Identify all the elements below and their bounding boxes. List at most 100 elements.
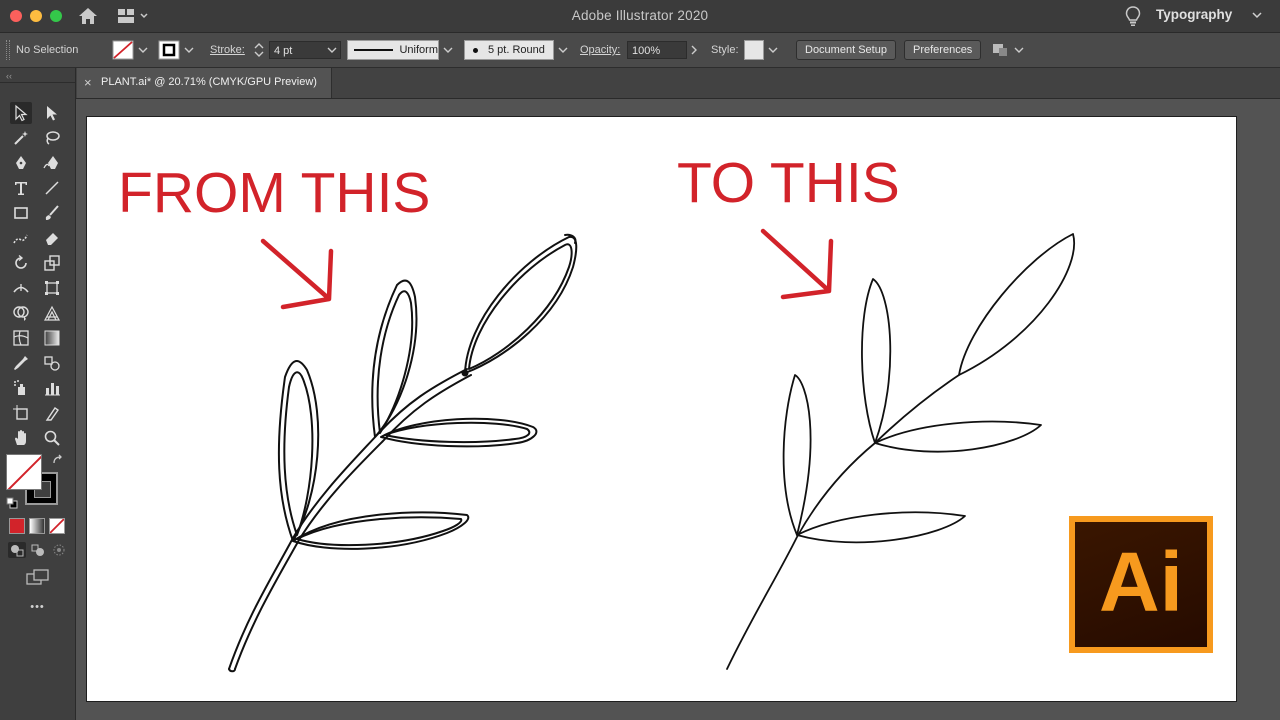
screen-mode-button[interactable] <box>25 568 51 586</box>
close-tab-icon[interactable]: × <box>84 75 92 90</box>
stroke-weight-dropdown[interactable] <box>327 33 337 67</box>
eraser-tool[interactable] <box>41 227 63 249</box>
gradient-tool[interactable] <box>41 327 63 349</box>
column-graph-tool[interactable] <box>41 377 63 399</box>
stroke-stepper[interactable] <box>253 33 265 67</box>
symbol-sprayer-tool[interactable] <box>10 377 32 399</box>
lasso-tool[interactable] <box>41 127 63 149</box>
stroke-dropdown[interactable] <box>184 33 194 67</box>
perspective-grid-icon <box>43 305 61 321</box>
to-this-heading: TO THIS <box>677 151 900 215</box>
chevron-down-icon <box>443 47 453 53</box>
shape-builder-tool[interactable] <box>10 302 32 324</box>
chevron-down-icon <box>184 47 194 53</box>
perspective-grid-tool[interactable] <box>41 302 63 324</box>
variable-width-profile[interactable]: Uniform <box>347 40 439 60</box>
draw-behind-button[interactable] <box>29 542 47 558</box>
pen-icon <box>16 156 26 169</box>
tools-panel: ‹‹ ••• <box>0 68 76 720</box>
blend-tool[interactable] <box>41 352 63 374</box>
profile-line-preview <box>354 49 394 51</box>
outlined-plant-illustration <box>228 233 578 673</box>
curvature-tool[interactable] <box>41 152 63 174</box>
line-segment-tool[interactable] <box>41 177 63 199</box>
opacity-field[interactable]: 100% <box>627 41 687 59</box>
zoom-tool[interactable] <box>41 427 63 449</box>
brush-dropdown[interactable] <box>558 33 568 67</box>
shaper-tool[interactable] <box>10 227 32 249</box>
workspace-switcher[interactable]: Typography <box>1156 7 1232 22</box>
document-setup-button[interactable]: Document Setup <box>796 40 896 60</box>
default-fill-stroke-icon[interactable] <box>6 497 18 509</box>
free-transform-tool[interactable] <box>41 277 63 299</box>
eraser-icon <box>46 233 58 245</box>
type-icon <box>15 182 27 195</box>
graphic-style-swatch[interactable] <box>744 40 764 60</box>
control-bar-grip[interactable] <box>6 33 12 67</box>
style-dropdown[interactable] <box>768 33 778 67</box>
arrange-dropdown[interactable] <box>1014 33 1024 67</box>
slice-tool[interactable] <box>41 402 63 424</box>
stroke-label[interactable]: Stroke: <box>210 33 245 67</box>
selection-status: No Selection <box>16 44 79 56</box>
from-this-heading: FROM THIS <box>118 161 431 225</box>
scale-tool[interactable] <box>41 252 63 274</box>
paintbrush-tool[interactable] <box>41 202 63 224</box>
brush-definition[interactable]: 5 pt. Round <box>464 40 554 60</box>
fill-stroke-widget <box>6 454 64 512</box>
chevron-down-icon <box>768 47 778 53</box>
chevron-down-icon[interactable] <box>1252 10 1262 20</box>
profile-dropdown[interactable] <box>443 33 453 67</box>
arrange-icon[interactable] <box>991 33 1011 67</box>
artboard[interactable]: FROM THIS TO THIS <box>86 116 1237 702</box>
artboard-tool[interactable] <box>10 402 32 424</box>
stroke-swatch[interactable] <box>158 33 180 67</box>
artboard-icon <box>13 405 28 420</box>
lightbulb-icon[interactable] <box>1124 5 1142 27</box>
preferences-button[interactable]: Preferences <box>904 40 982 60</box>
gradient-mode-button[interactable] <box>29 518 45 534</box>
slice-knife-icon <box>45 407 59 421</box>
document-tab[interactable]: × PLANT.ai* @ 20.71% (CMYK/GPU Preview) <box>77 68 332 98</box>
window-title: Adobe Illustrator 2020 <box>571 8 709 23</box>
gradient-icon <box>44 330 60 346</box>
opacity-label[interactable]: Opacity: <box>580 33 620 67</box>
none-fill-icon <box>112 40 134 60</box>
fill-dropdown[interactable] <box>138 33 148 67</box>
edit-toolbar-button[interactable]: ••• <box>0 601 75 613</box>
draw-inside-icon <box>53 544 65 556</box>
profile-label: Uniform <box>399 44 438 56</box>
hand-tool[interactable] <box>10 427 32 449</box>
scale-icon <box>44 255 60 271</box>
direct-selection-tool[interactable] <box>41 102 63 124</box>
fill-color-box[interactable] <box>6 454 42 490</box>
eyedropper-icon <box>14 356 28 370</box>
color-mode-button[interactable] <box>9 518 25 534</box>
rectangle-tool[interactable] <box>10 202 32 224</box>
magic-wand-tool[interactable] <box>10 127 32 149</box>
direct-selection-arrow-icon <box>47 106 57 121</box>
draw-normal-icon <box>11 545 24 557</box>
lasso-icon <box>46 131 60 145</box>
pen-tool[interactable] <box>10 152 32 174</box>
type-tool[interactable] <box>10 177 32 199</box>
stroke-swatch-icon <box>158 40 180 60</box>
fill-swatch[interactable] <box>112 33 134 67</box>
rotate-tool[interactable] <box>10 252 32 274</box>
brush-dot-icon <box>473 47 478 53</box>
draw-normal-button[interactable] <box>8 542 26 558</box>
none-mode-button[interactable] <box>49 518 65 534</box>
width-tool[interactable] <box>10 277 32 299</box>
clean-plant-illustration <box>726 233 1075 670</box>
collapse-panel-button[interactable]: ‹‹ <box>6 71 12 81</box>
mesh-tool[interactable] <box>10 327 32 349</box>
chevron-down-icon <box>558 47 568 53</box>
draw-inside-button[interactable] <box>50 542 68 558</box>
width-icon <box>13 284 29 293</box>
arrange-panel-icon <box>993 44 1007 56</box>
blend-icon <box>44 356 60 371</box>
swap-fill-stroke-icon[interactable] <box>52 454 64 466</box>
eyedropper-tool[interactable] <box>10 352 32 374</box>
opacity-slider-toggle[interactable] <box>690 33 698 67</box>
selection-tool[interactable] <box>10 102 32 124</box>
